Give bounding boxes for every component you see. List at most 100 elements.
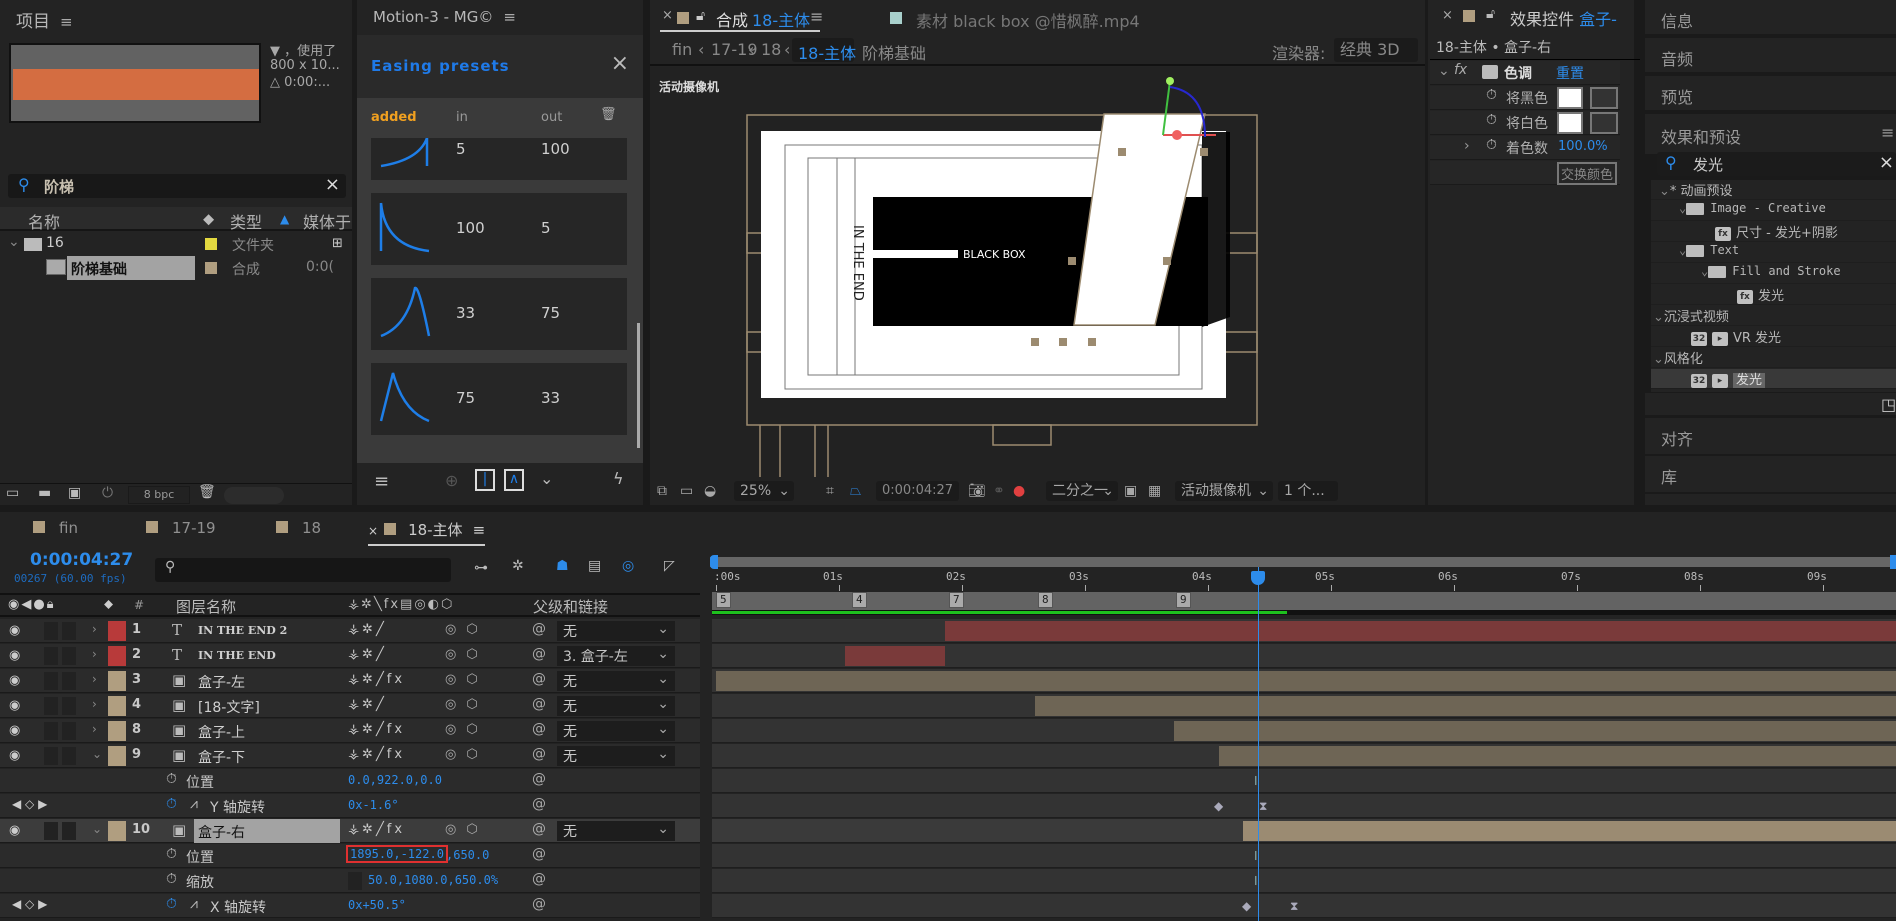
timecode-display[interactable]: 0:00:04:27 <box>876 481 960 501</box>
stopwatch-icon[interactable]: ⏱ <box>166 871 177 887</box>
panel-menu-icon[interactable]: ≡ <box>473 521 486 539</box>
draft-3d-icon[interactable]: ✲ <box>512 558 524 574</box>
chevron-down-icon[interactable]: ⌄ <box>540 469 553 488</box>
visibility-eye-icon[interactable]: ◉ <box>9 623 20 638</box>
panel-preview[interactable]: 预览 <box>1645 76 1896 110</box>
layer-switches[interactable]: ⚶✲╱ <box>348 622 387 637</box>
comp-marker[interactable]: 4 <box>852 592 867 608</box>
tree-effect-glow[interactable]: 32 ▸ 发光 <box>1651 369 1896 389</box>
property-value[interactable]: 0x+50.5° <box>348 898 406 912</box>
pickwhip-icon[interactable]: @ <box>532 871 546 887</box>
comp-marker[interactable]: 5 <box>716 592 731 608</box>
panel-menu-icon[interactable]: ≡ <box>810 7 823 26</box>
composition-viewer[interactable]: 活动摄像机 BLACK BOX IN THE END <box>650 67 1425 477</box>
flowchart-icon[interactable]: ⊞ <box>332 236 343 251</box>
parent-dropdown[interactable]: 3. 盒子-左 ⌄ <box>557 646 675 666</box>
close-tab-icon[interactable]: × <box>368 524 378 538</box>
solo-switch[interactable] <box>44 822 58 840</box>
parent-dropdown[interactable]: 无 ⌄ <box>557 671 675 691</box>
layer-switches[interactable]: ⚶✲╱ <box>348 697 387 712</box>
panel-menu-icon[interactable]: ≡ <box>60 13 73 31</box>
panel-library[interactable]: 库 <box>1645 456 1896 492</box>
tree-folder-image-creative[interactable]: ⌄ Image - Creative <box>1651 201 1896 221</box>
pickwhip-icon[interactable]: @ <box>532 796 546 812</box>
comp-flowchart-icon[interactable]: ⊶ <box>474 560 488 576</box>
property-row[interactable]: ⏱ 位置 1895.0,-122.0,650.0 @ <box>0 844 700 868</box>
tree-folder-fill-stroke[interactable]: ⌄ Fill and Stroke <box>1651 264 1896 284</box>
solo-switch[interactable] <box>44 747 58 765</box>
layer-name[interactable]: 盒子-下 <box>198 747 245 767</box>
label-color[interactable] <box>108 696 126 716</box>
position-value-highlighted[interactable]: 1895.0,-122.0 <box>346 845 448 863</box>
snapshot-icon[interactable]: 📷︎ <box>968 481 986 501</box>
layer-row[interactable]: ◉ › 4 ▣ [18-文字] ⚶✲╱ ◎⬡ @ 无 ⌄ <box>0 694 700 718</box>
panel-align[interactable]: 对齐 <box>1645 418 1896 454</box>
parent-dropdown[interactable]: 无 ⌄ <box>557 746 675 766</box>
time-ruler[interactable]: :00s 01s 02s 03s 04s 05s 06s 07s 08s 09s <box>712 567 1896 591</box>
visibility-eye-icon[interactable]: ◉ <box>9 748 20 763</box>
solo-switch[interactable] <box>44 672 58 690</box>
render-icon[interactable]: ⏻ <box>102 485 113 501</box>
stopwatch-icon[interactable]: ⏱ <box>166 896 177 912</box>
tab-18[interactable]: 18 <box>276 519 321 537</box>
keyframe-diamond[interactable]: ◆ <box>1214 799 1223 813</box>
label-color-yellow[interactable] <box>205 238 217 250</box>
layer-bar[interactable] <box>1035 696 1896 716</box>
marker-bar[interactable]: 5 4 7 8 9 <box>712 592 1896 610</box>
menu-icon[interactable]: ≡ <box>374 471 389 492</box>
zoom-dropdown[interactable]: 25% ⌄ <box>734 481 794 501</box>
panel-menu-icon[interactable]: ≡ <box>1881 123 1894 142</box>
lightning-icon[interactable]: ϟ <box>613 469 624 488</box>
panel-audio[interactable]: 音频 <box>1645 38 1896 72</box>
timeline-search-input[interactable]: ⚲ <box>155 558 451 582</box>
3d-layer-icon[interactable]: ◎⬡ <box>445 697 488 712</box>
layer-switches[interactable]: ⚶✲╱fx <box>348 722 405 737</box>
3d-layer-icon[interactable]: ◎⬡ <box>445 622 488 637</box>
current-timecode[interactable]: 0:00:04:27 <box>30 550 133 570</box>
layer-track[interactable]: ◆ ⧗ <box>712 894 1896 918</box>
pickwhip-icon[interactable]: @ <box>532 671 546 687</box>
stopwatch-icon[interactable]: ⏱ <box>1486 112 1497 128</box>
tree-group-animation-presets[interactable]: ⌄* 动画预设 <box>1651 180 1896 200</box>
close-icon[interactable]: × <box>611 51 629 76</box>
property-value[interactable]: 50.0,1080.0,650.0% <box>368 873 498 887</box>
layer-track[interactable]: ◆ ⧗ <box>712 794 1896 818</box>
close-tab-icon[interactable]: × <box>662 8 673 23</box>
property-value[interactable]: 0.0,922.0,0.0 <box>348 773 442 787</box>
amount-value[interactable]: 100.0% <box>1558 139 1608 154</box>
preset-item[interactable]: 5 100 <box>371 138 627 180</box>
new-preset-icon[interactable]: ◳ <box>1881 395 1896 414</box>
trash-icon[interactable]: 🗑 <box>198 484 216 500</box>
resolution-dropdown[interactable]: 二分之一 ⌄ <box>1046 481 1118 501</box>
motion-blur-icon[interactable]: ◎ <box>622 558 634 574</box>
layer-switches[interactable]: ⚶✲╱ <box>348 647 387 662</box>
3d-layer-icon[interactable]: ◎⬡ <box>445 647 488 662</box>
pickwhip-icon[interactable]: @ <box>532 746 546 762</box>
label-color[interactable] <box>108 646 126 666</box>
view-dropdown[interactable]: 活动摄像机 ⌄ <box>1175 481 1273 501</box>
project-item-comp[interactable]: 阶梯基础 合成 0:0( <box>0 256 334 280</box>
add-preset-icon[interactable]: ⊕ <box>445 471 458 490</box>
lock-switch[interactable] <box>62 647 76 665</box>
eyedropper-icon[interactable] <box>1590 87 1618 109</box>
tree-effect-vr-glow[interactable]: 32 ▸ VR 发光 <box>1651 327 1896 347</box>
layer-name[interactable]: IN THE END <box>198 649 276 662</box>
preset-item[interactable]: 33 75 <box>371 278 627 350</box>
shy-layers-icon[interactable]: ☗ <box>556 558 569 574</box>
label-color-tan[interactable] <box>205 262 217 274</box>
label-color[interactable] <box>108 671 126 691</box>
layer-row[interactable]: ◉ › 2 T IN THE END ⚶✲╱ ◎⬡ @3. 盒子-左 ⌄ <box>0 644 700 668</box>
solo-switch[interactable] <box>44 647 58 665</box>
renderer-dropdown[interactable]: 经典 3D <box>1334 38 1418 62</box>
layer-name[interactable]: 盒子-左 <box>198 672 245 692</box>
lock-switch[interactable] <box>62 822 76 840</box>
lock-switch[interactable] <box>62 697 76 715</box>
tab-17-19[interactable]: 17-19 <box>146 519 216 537</box>
expand-chevron-icon[interactable]: › <box>92 622 97 636</box>
parent-dropdown[interactable]: 无 ⌄ <box>557 721 675 741</box>
eyedropper-icon[interactable] <box>1590 112 1618 134</box>
color-swatch-black[interactable] <box>1557 87 1583 109</box>
keyframe-diamond[interactable]: ◆ <box>1242 899 1251 913</box>
panel-effects-presets[interactable]: 效果和预设 ≡ <box>1645 114 1896 154</box>
channel-icon[interactable]: ● <box>1013 481 1025 501</box>
